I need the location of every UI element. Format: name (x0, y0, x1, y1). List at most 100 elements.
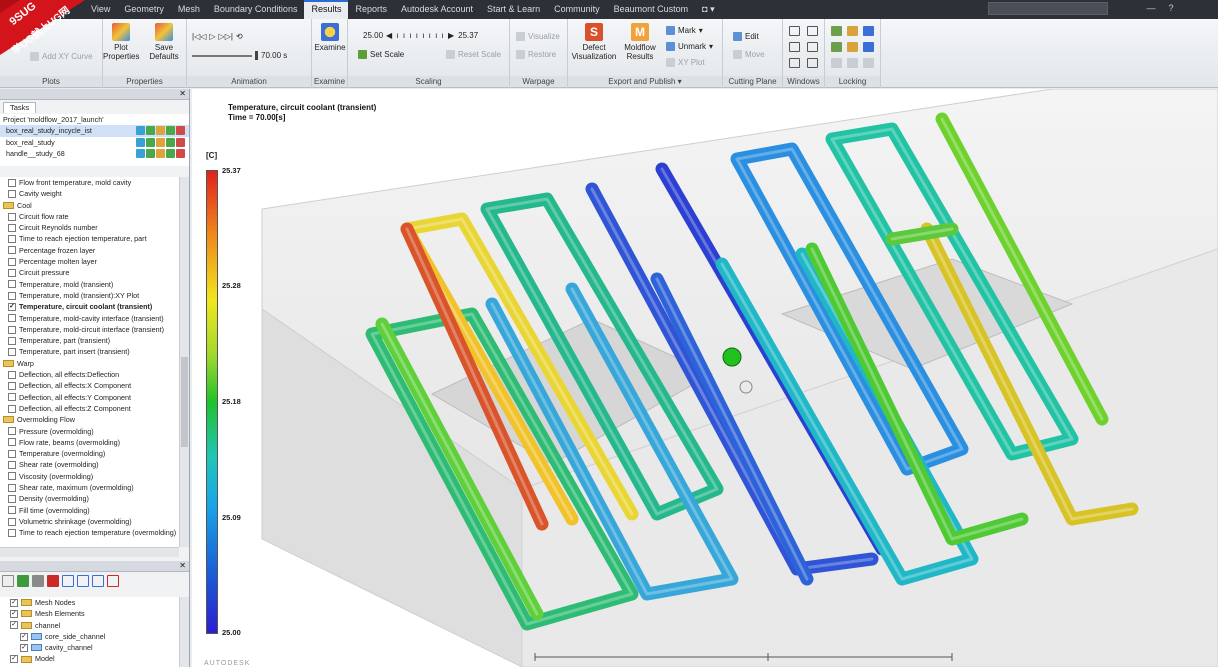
result-item[interactable]: Shear rate, maximum (overmolding) (0, 482, 179, 493)
result-checkbox[interactable] (8, 314, 16, 323)
result-checkbox[interactable] (8, 246, 16, 255)
layers-scrollbar[interactable] (179, 597, 189, 667)
export-publish-label[interactable]: Export and Publish ▾ (568, 76, 722, 87)
defect-visualization-button[interactable]: S Defect Visualization (570, 23, 618, 61)
layer-item[interactable]: ✓ Mesh Elements (0, 608, 179, 619)
result-item[interactable]: Flow front temperature, mold cavity (0, 177, 179, 188)
unmark-button[interactable]: Unmark ▾ (666, 42, 713, 51)
result-item[interactable]: Percentage frozen layer (0, 245, 179, 256)
result-item[interactable]: Fill time (overmolding) (0, 505, 179, 516)
tab-geometry[interactable]: Geometry (117, 0, 171, 19)
tab-reports[interactable]: Reports (348, 0, 394, 19)
lock-all-icon[interactable] (863, 42, 874, 52)
next-frame-icon[interactable]: ▷▷| (219, 32, 233, 41)
result-item[interactable]: Circuit pressure (0, 267, 179, 278)
result-item[interactable]: Circuit Reynolds number (0, 222, 179, 233)
search-input[interactable] (988, 2, 1108, 15)
result-item[interactable]: Deflection, all effects:Deflection (0, 369, 179, 380)
result-checkbox[interactable] (8, 235, 16, 244)
lock-anim-icon[interactable] (831, 42, 842, 52)
layer-checkbox[interactable]: ✓ (20, 643, 28, 652)
result-item[interactable]: Deflection, all effects:Z Component (0, 403, 179, 414)
help-icon[interactable]: ? (1164, 3, 1178, 15)
result-item[interactable]: Shear rate (overmolding) (0, 459, 179, 470)
layer-item[interactable]: ✓ Mesh Nodes (0, 597, 179, 608)
tab-boundary-conditions[interactable]: Boundary Conditions (207, 0, 305, 19)
new-layer-icon[interactable] (2, 575, 14, 587)
window-cascade-icon[interactable] (807, 42, 818, 52)
scale-slider[interactable]: ◀ ı ı ı ı ı ı ı ı ▶ (386, 31, 455, 40)
result-checkbox[interactable] (8, 461, 16, 470)
result-item[interactable]: Temperature, part insert (transient) (0, 346, 179, 357)
tab-community[interactable]: Community (547, 0, 607, 19)
result-checkbox[interactable] (8, 393, 16, 402)
result-item[interactable]: Density (overmolding) (0, 493, 179, 504)
set-scale-button[interactable]: Set Scale (358, 50, 404, 59)
window-layout-icon[interactable] (789, 26, 800, 36)
clean-layers-icon[interactable] (107, 575, 119, 587)
result-item[interactable]: Temperature, mold (transient):XY Plot (0, 290, 179, 301)
result-item[interactable]: Time to reach ejection temperature (over… (0, 527, 179, 538)
tab-tasks[interactable]: Tasks (3, 102, 37, 113)
result-checkbox[interactable] (8, 427, 16, 436)
tab-autodesk-account[interactable]: Autodesk Account (394, 0, 480, 19)
animation-controls[interactable]: |◁◁ ▷ ▷▷| ⟲ (192, 32, 243, 41)
close-layers-icon[interactable]: ✕ (179, 561, 186, 570)
lock-view-icon[interactable] (831, 26, 842, 36)
result-checkbox[interactable]: ✓ (8, 302, 16, 311)
window-vsplit-icon[interactable] (789, 58, 800, 68)
result-item[interactable]: Circuit flow rate (0, 211, 179, 222)
slider-handle[interactable] (255, 51, 258, 60)
layer-item[interactable]: ✓ core_side_channel (0, 631, 179, 642)
result-item[interactable]: Viscosity (overmolding) (0, 471, 179, 482)
layer-checkbox[interactable]: ✓ (10, 621, 18, 630)
move-button[interactable]: Move (733, 50, 765, 59)
layer-item[interactable]: ✓ channel (0, 620, 179, 631)
window-tile-icon[interactable] (807, 26, 818, 36)
result-item[interactable]: Percentage molten layer (0, 256, 179, 267)
restore-button[interactable]: Restore (516, 50, 556, 59)
result-checkbox[interactable] (8, 178, 16, 187)
layer-checkbox[interactable]: ✓ (10, 609, 18, 618)
unlock-plot-icon[interactable] (847, 58, 858, 68)
result-checkbox[interactable] (8, 280, 16, 289)
plot-properties-button[interactable]: Plot Properties (103, 23, 139, 61)
examine-button[interactable]: Examine (314, 23, 346, 52)
layer-toggle-icon[interactable] (92, 575, 104, 587)
result-folder[interactable]: Cool (0, 200, 179, 211)
delete-layer-icon[interactable] (47, 575, 59, 587)
result-checkbox[interactable] (8, 381, 16, 390)
result-checkbox[interactable] (8, 257, 16, 266)
result-folder[interactable]: Warp (0, 358, 179, 369)
first-frame-icon[interactable]: |◁◁ (192, 32, 206, 41)
xy-plot-button[interactable]: XY Plot (666, 58, 705, 67)
result-folder[interactable]: Overmolding Flow (0, 414, 179, 425)
probe-marker[interactable] (722, 347, 742, 367)
result-checkbox[interactable] (8, 483, 16, 492)
result-checkbox[interactable] (8, 189, 16, 198)
result-item[interactable]: Volumetric shrinkage (overmolding) (0, 516, 179, 527)
animation-slider[interactable]: 70.00 s (192, 51, 287, 60)
result-checkbox[interactable] (8, 291, 16, 300)
scale-range[interactable]: 25.00 ◀ ı ı ı ı ı ı ı ı ▶ 25.37 (363, 31, 478, 40)
assign-layer-icon[interactable] (32, 575, 44, 587)
activate-layer-icon[interactable] (17, 575, 29, 587)
result-checkbox[interactable] (8, 348, 16, 357)
tab-beaumont-custom[interactable]: Beaumont Custom (607, 0, 696, 19)
lock-scale-icon[interactable] (863, 26, 874, 36)
save-defaults-button[interactable]: Save Defaults (145, 23, 183, 61)
layer-checkbox[interactable]: ✓ (20, 632, 28, 641)
result-item[interactable]: Pressure (overmolding) (0, 426, 179, 437)
study-item[interactable]: handle__study_68 (0, 148, 189, 159)
lock-plot-icon[interactable] (847, 26, 858, 36)
layer-item[interactable]: ✓ cavity_channel (0, 642, 179, 653)
result-checkbox[interactable] (8, 506, 16, 515)
result-item[interactable]: Temperature, mold-cavity interface (tran… (0, 313, 179, 324)
tab-start-learn[interactable]: Start & Learn (480, 0, 547, 19)
result-item[interactable]: Temperature, part (transient) (0, 335, 179, 346)
result-checkbox[interactable] (8, 336, 16, 345)
lock-time-icon[interactable] (847, 42, 858, 52)
result-checkbox[interactable] (8, 494, 16, 503)
study-item[interactable]: box_real_study (0, 137, 189, 148)
result-item[interactable]: Flow rate, beams (overmolding) (0, 437, 179, 448)
